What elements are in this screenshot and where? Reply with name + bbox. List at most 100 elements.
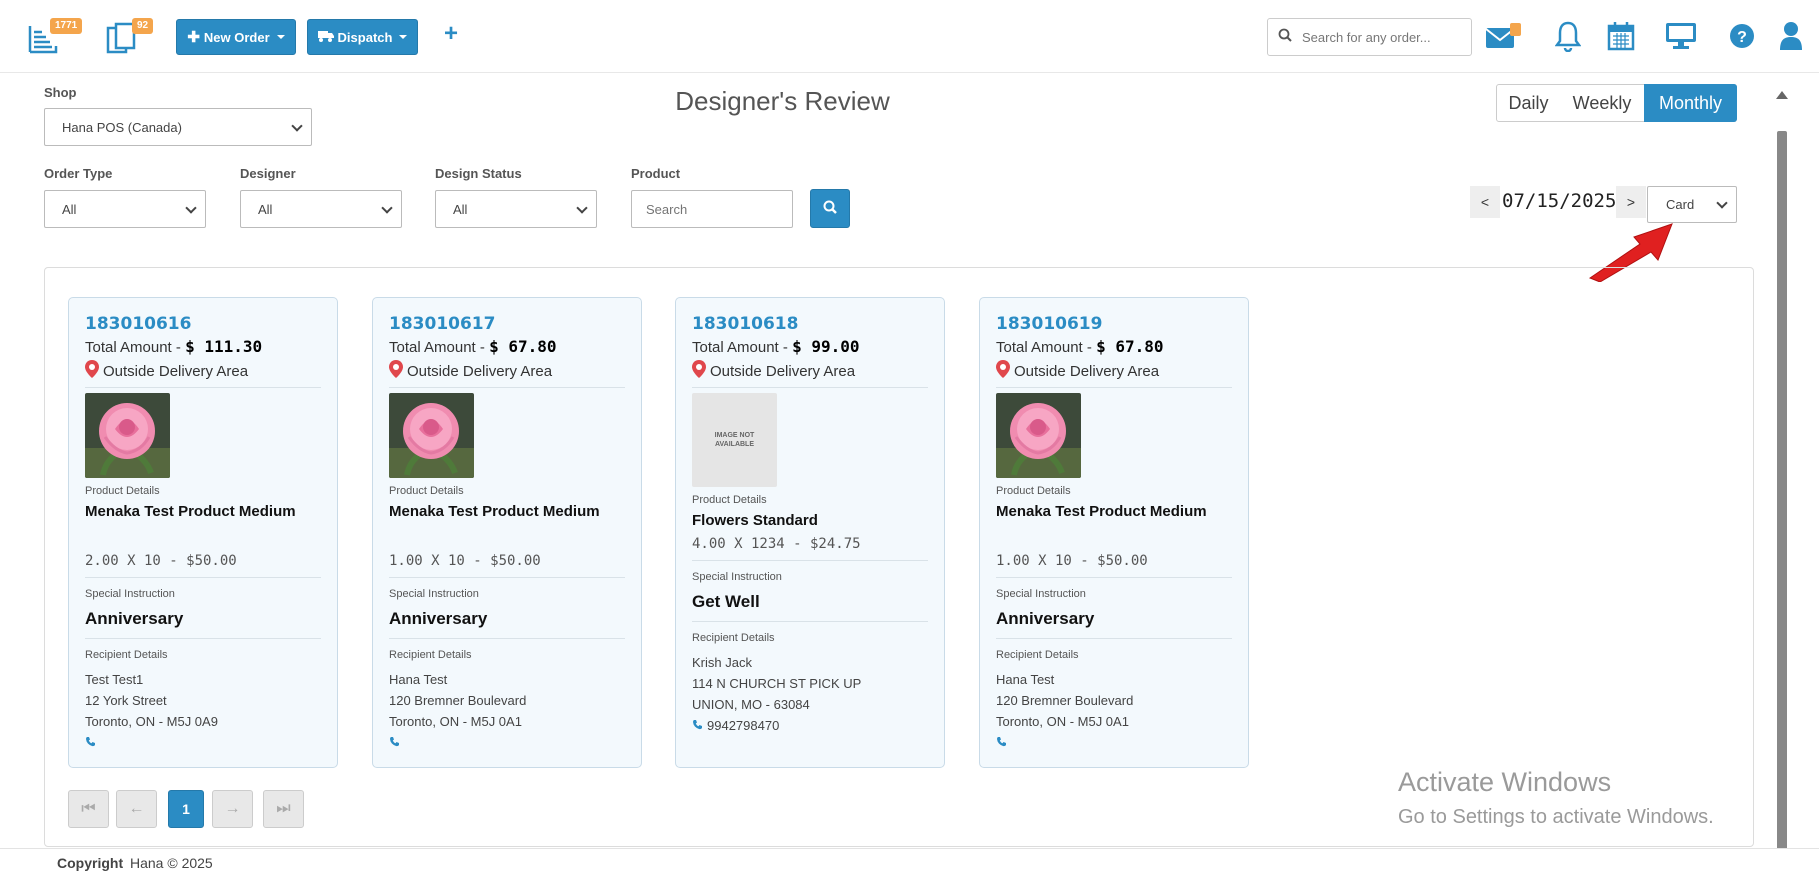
recipient-phone[interactable]: 9942798470 — [692, 715, 779, 736]
divider — [996, 387, 1232, 388]
page-1-button[interactable]: 1 — [168, 790, 204, 828]
product-details-label: Product Details — [692, 494, 767, 506]
special-instruction-label: Special Instruction — [389, 588, 479, 600]
copies-count-badge: 92 — [132, 18, 154, 34]
total-amount-label: Total Amount - — [692, 339, 793, 356]
recipient-phone[interactable] — [389, 732, 404, 753]
map-pin-icon — [692, 360, 706, 382]
order-card[interactable]: 183010619 Total Amount - $ 67.80 Outside… — [979, 297, 1249, 768]
orders-stack-icon[interactable]: 1771 — [28, 18, 83, 56]
divider — [85, 387, 321, 388]
view-mode-select[interactable]: Card — [1647, 186, 1737, 223]
recipient-street: 114 N CHURCH ST PICK UP — [692, 676, 862, 691]
phone-icon — [389, 732, 400, 753]
plus-icon: ✚ — [187, 29, 200, 46]
recipient-name: Hana Test — [389, 672, 448, 687]
special-instruction-label: Special Instruction — [692, 571, 782, 583]
caret-down-icon — [399, 35, 408, 39]
recipient-phone[interactable] — [85, 732, 100, 753]
monitor-icon[interactable] — [1665, 22, 1697, 55]
shop-select[interactable]: Hana POS (Canada) — [44, 108, 312, 146]
product-search-button[interactable] — [810, 189, 850, 228]
total-amount: Total Amount - $ 99.00 — [692, 337, 860, 356]
product-image: IMAGE NOT AVAILABLE — [692, 393, 777, 487]
recipient-details-label: Recipient Details — [692, 632, 775, 644]
recipient-name: Test Test1 — [85, 672, 144, 687]
tab-weekly[interactable]: Weekly — [1561, 84, 1643, 122]
divider — [692, 387, 928, 388]
recipient-street: 120 Bremner Boulevard — [996, 693, 1134, 708]
recipient-city: Toronto, ON - M5J 0A1 — [389, 714, 522, 729]
order-card[interactable]: 183010616 Total Amount - $ 111.30 Outsid… — [68, 297, 338, 768]
special-instruction-value: Get Well — [692, 592, 760, 611]
chevron-down-icon — [291, 120, 303, 132]
order-number-link[interactable]: 183010617 — [389, 314, 495, 334]
product-label: Product — [631, 166, 681, 181]
order-number-link[interactable]: 183010619 — [996, 314, 1102, 334]
copy-orders-icon[interactable]: 92 — [106, 18, 154, 58]
new-order-button[interactable]: ✚ New Order — [176, 19, 296, 55]
total-amount-label: Total Amount - — [996, 339, 1097, 356]
order-number-link[interactable]: 183010618 — [692, 314, 798, 334]
product-price: 1.00 X 10 - $50.00 — [996, 553, 1148, 569]
divider — [692, 560, 928, 561]
page-title: Designer's Review — [675, 86, 890, 116]
vertical-scrollbar[interactable] — [1776, 85, 1788, 850]
product-price: 2.00 X 10 - $50.00 — [85, 553, 237, 569]
order-card[interactable]: 183010617 Total Amount - $ 67.80 Outside… — [372, 297, 642, 768]
truck-icon — [317, 30, 334, 45]
prev-page-button[interactable]: ← — [116, 790, 157, 828]
scroll-up-icon[interactable] — [1776, 91, 1788, 99]
mail-icon[interactable] — [1485, 22, 1523, 57]
calendar-icon[interactable] — [1607, 21, 1635, 56]
total-amount-value: $ 111.30 — [185, 337, 263, 356]
add-tab-button[interactable]: + — [444, 20, 458, 48]
product-name: Menaka Test Product Medium — [389, 503, 600, 520]
designer-select[interactable]: All — [240, 190, 402, 228]
product-price: 1.00 X 10 - $50.00 — [389, 553, 541, 569]
tab-daily[interactable]: Daily — [1497, 84, 1560, 122]
recipient-details-label: Recipient Details — [996, 649, 1079, 661]
last-page-button[interactable]: ⏭ — [263, 790, 304, 828]
map-pin-icon — [85, 360, 99, 382]
design-status-select[interactable]: All — [435, 190, 597, 228]
special-instruction-value: Anniversary — [389, 609, 488, 628]
tab-monthly[interactable]: Monthly — [1644, 84, 1737, 122]
delivery-area-text: Outside Delivery Area — [710, 362, 856, 380]
dispatch-button[interactable]: Dispatch — [307, 19, 418, 55]
date-prev-button[interactable]: < — [1470, 186, 1500, 218]
recipient-street: 12 York Street — [85, 693, 167, 708]
design-status-label: Design Status — [435, 166, 522, 181]
date-next-button[interactable]: > — [1616, 186, 1646, 218]
chevron-down-icon — [185, 202, 197, 214]
divider — [85, 638, 321, 639]
order-card[interactable]: 183010618 Total Amount - $ 99.00 Outside… — [675, 297, 945, 768]
help-icon[interactable]: ? — [1729, 23, 1755, 54]
recipient-details-label: Recipient Details — [389, 649, 472, 661]
footer-copyright-label: Copyright — [57, 855, 124, 871]
product-price: 4.00 X 1234 - $24.75 — [692, 536, 861, 552]
search-icon — [1278, 28, 1292, 47]
special-instruction-value: Anniversary — [996, 609, 1095, 628]
order-type-select[interactable]: All — [44, 190, 206, 228]
order-search-input[interactable] — [1302, 29, 1462, 45]
chevron-down-icon — [381, 202, 393, 214]
recipient-city: Toronto, ON - M5J 0A9 — [85, 714, 218, 729]
designer-label: Designer — [240, 166, 296, 181]
first-page-button[interactable]: ⏮ — [68, 790, 109, 828]
product-search-input[interactable] — [631, 190, 793, 228]
map-pin-icon — [389, 360, 403, 382]
total-amount-value: $ 67.80 — [1096, 337, 1164, 356]
scrollbar-thumb[interactable] — [1777, 131, 1787, 850]
svg-text:?: ? — [1737, 29, 1747, 46]
bell-icon[interactable] — [1554, 20, 1582, 57]
recipient-phone[interactable] — [996, 732, 1011, 753]
user-profile-icon[interactable] — [1779, 21, 1803, 56]
next-page-button[interactable]: → — [212, 790, 253, 828]
divider — [692, 621, 928, 622]
delivery-area: Outside Delivery Area — [692, 360, 855, 382]
product-image — [389, 393, 474, 478]
order-number-link[interactable]: 183010616 — [85, 314, 191, 334]
product-details-label: Product Details — [996, 485, 1071, 497]
divider — [85, 577, 321, 578]
